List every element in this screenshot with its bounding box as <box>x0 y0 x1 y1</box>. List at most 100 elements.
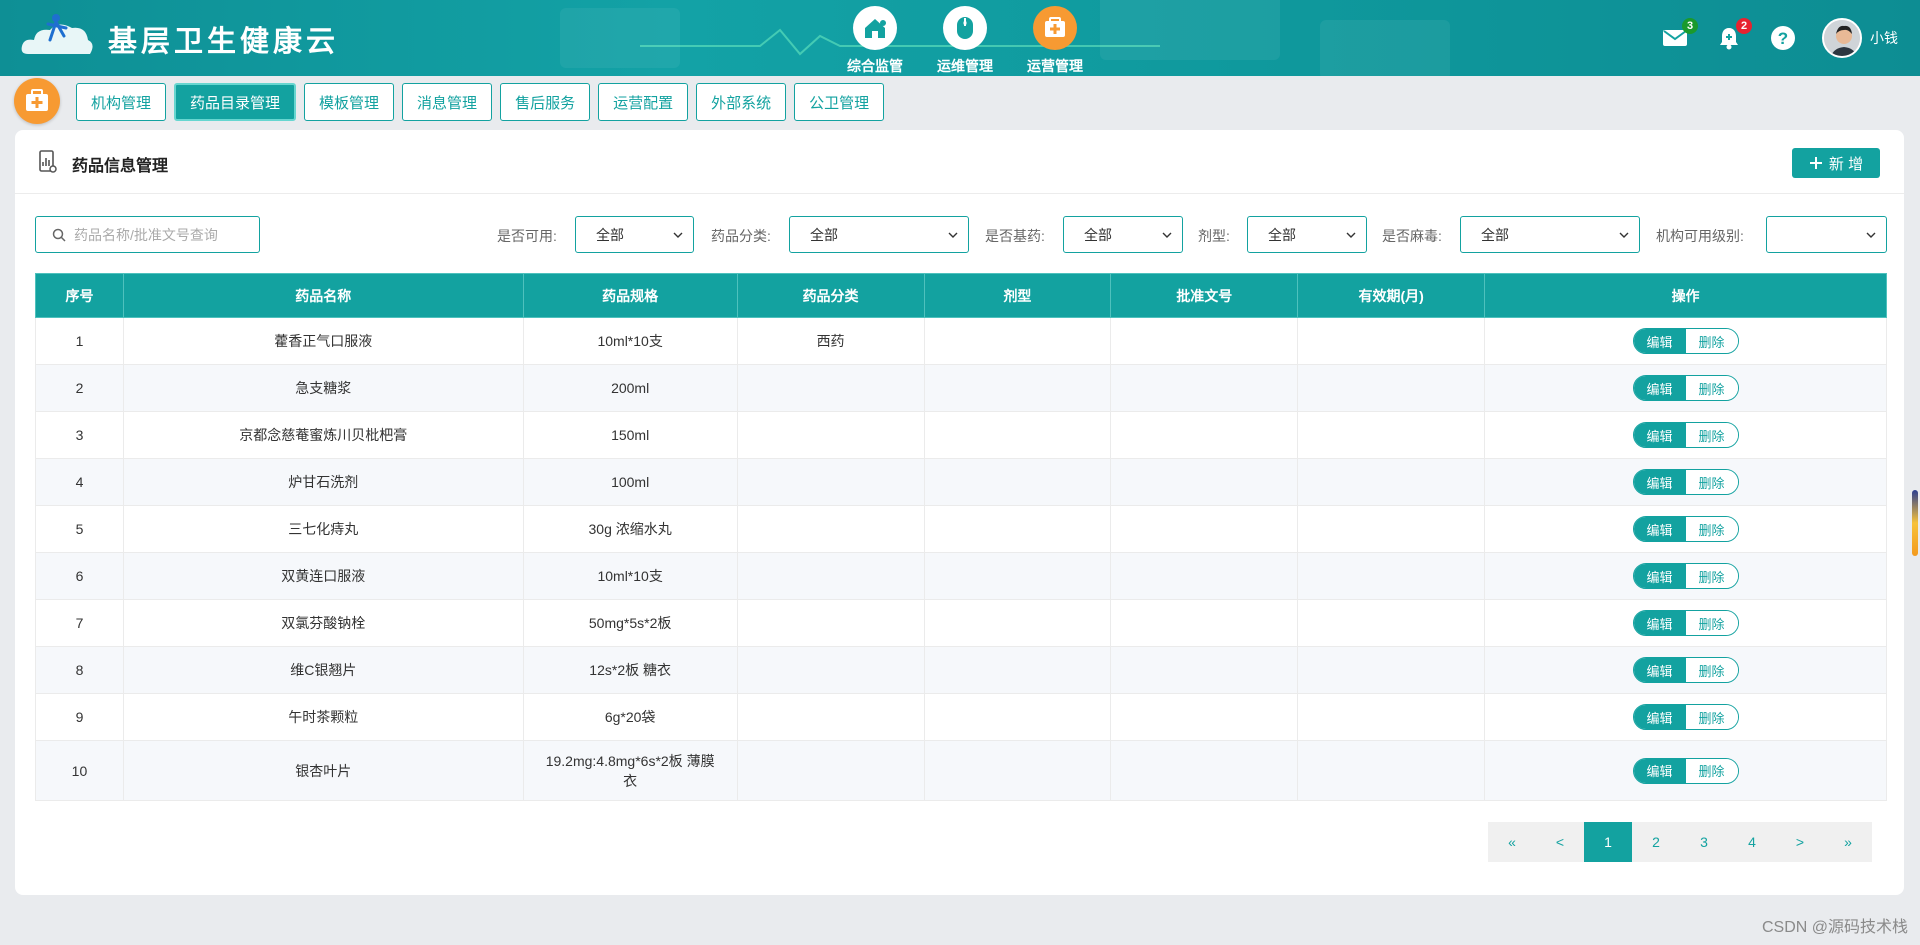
notification-button[interactable]: 2 <box>1714 18 1752 53</box>
available-select[interactable]: 全部 <box>575 216 694 253</box>
avatar[interactable] <box>1822 18 1862 58</box>
top-nav-item-monitoring[interactable]: 综合监管 <box>836 6 914 76</box>
approval-number <box>1110 599 1299 647</box>
table-header-row: 序号 药品名称 药品规格 药品分类 剂型 批准文号 有效期(月) 操作 <box>35 273 1887 318</box>
level-select[interactable] <box>1766 216 1887 253</box>
category-select[interactable]: 全部 <box>789 216 969 253</box>
row-actions: 编辑 删除 <box>1484 364 1887 412</box>
column-header: 药品名称 <box>122 273 524 318</box>
search-input[interactable] <box>74 226 254 243</box>
row-number: 4 <box>35 458 124 506</box>
validity-months <box>1297 552 1486 600</box>
prev-page-button[interactable]: < <box>1536 822 1584 862</box>
delete-button[interactable]: 删除 <box>1685 564 1738 588</box>
top-nav-label: 运营管理 <box>1027 58 1083 74</box>
tab-operation-config[interactable]: 运营配置 <box>598 83 689 121</box>
help-button[interactable]: ? <box>1768 23 1798 53</box>
dosage-form <box>923 693 1112 741</box>
edit-button[interactable]: 编辑 <box>1633 470 1686 494</box>
delete-button[interactable]: 删除 <box>1685 376 1738 400</box>
username[interactable]: 小钱 <box>1870 28 1898 48</box>
row-number: 8 <box>35 646 124 694</box>
page-button[interactable]: 1 <box>1584 822 1632 862</box>
page-button[interactable]: 4 <box>1728 822 1776 862</box>
narcotic-label: 是否麻毒: <box>1382 228 1442 244</box>
edit-button[interactable]: 编辑 <box>1633 517 1686 541</box>
approval-number <box>1110 505 1299 553</box>
add-button[interactable]: 新 增 <box>1792 148 1880 178</box>
delete-button[interactable]: 删除 <box>1685 611 1738 635</box>
mail-button[interactable]: 3 <box>1660 18 1698 53</box>
column-header: 剂型 <box>923 273 1112 318</box>
last-page-button[interactable]: » <box>1824 822 1872 862</box>
drug-spec: 50mg*5s*2板 <box>522 599 738 647</box>
dosage-form <box>923 505 1112 553</box>
edit-button[interactable]: 编辑 <box>1633 423 1686 447</box>
dosage-form <box>923 552 1112 600</box>
header-decoration <box>1320 20 1450 76</box>
row-number: 10 <box>35 740 124 801</box>
drug-spec: 10ml*10支 <box>522 317 738 365</box>
drug-name: 双黄连口服液 <box>122 552 524 600</box>
edit-button[interactable]: 编辑 <box>1633 329 1686 353</box>
delete-button[interactable]: 删除 <box>1685 517 1738 541</box>
tab-drug-catalog[interactable]: 药品目录管理 <box>174 83 297 121</box>
first-page-button[interactable]: « <box>1488 822 1536 862</box>
scrollbar[interactable] <box>1912 490 1918 556</box>
narcotic-value: 全部 <box>1481 226 1509 243</box>
essential-select[interactable]: 全部 <box>1063 216 1183 253</box>
tab-message[interactable]: 消息管理 <box>402 83 493 121</box>
delete-button[interactable]: 删除 <box>1685 758 1738 783</box>
drug-category <box>736 646 925 694</box>
narcotic-select[interactable]: 全部 <box>1460 216 1640 253</box>
table-row: 6 双黄连口服液 10ml*10支 编辑 删除 <box>35 552 1887 600</box>
row-actions: 编辑 删除 <box>1484 599 1887 647</box>
edit-button[interactable]: 编辑 <box>1633 611 1686 635</box>
edit-button[interactable]: 编辑 <box>1633 758 1686 783</box>
top-nav-item-maintenance[interactable]: 运维管理 <box>926 6 1004 76</box>
form-label: 剂型: <box>1198 228 1230 244</box>
drug-category <box>736 458 925 506</box>
delete-button[interactable]: 删除 <box>1685 658 1738 682</box>
delete-button[interactable]: 删除 <box>1685 329 1738 353</box>
mouse-icon <box>943 6 987 50</box>
action-group: 编辑 删除 <box>1632 657 1739 683</box>
edit-button[interactable]: 编辑 <box>1633 658 1686 682</box>
approval-number <box>1110 693 1299 741</box>
top-nav-item-operations[interactable]: 运营管理 <box>1016 6 1094 76</box>
category-value: 全部 <box>810 226 838 243</box>
validity-months <box>1297 740 1486 801</box>
drug-category <box>736 740 925 801</box>
dosage-form <box>923 599 1112 647</box>
tab-external-system[interactable]: 外部系统 <box>696 83 787 121</box>
column-header: 有效期(月) <box>1297 273 1486 318</box>
essential-label: 是否基药: <box>985 228 1045 244</box>
next-page-button[interactable]: > <box>1776 822 1824 862</box>
drug-spec: 6g*20袋 <box>522 693 738 741</box>
edit-button[interactable]: 编辑 <box>1633 564 1686 588</box>
delete-button[interactable]: 删除 <box>1685 705 1738 729</box>
tab-after-sales[interactable]: 售后服务 <box>500 83 591 121</box>
row-number: 2 <box>35 364 124 412</box>
pagination: « < 1 2 3 4 > » <box>1488 822 1872 862</box>
approval-number <box>1110 646 1299 694</box>
search-box[interactable] <box>35 216 260 253</box>
row-actions: 编辑 删除 <box>1484 646 1887 694</box>
tab-template[interactable]: 模板管理 <box>304 83 395 121</box>
tab-public-health[interactable]: 公卫管理 <box>794 83 885 121</box>
page-button[interactable]: 3 <box>1680 822 1728 862</box>
approval-number <box>1110 411 1299 459</box>
row-actions: 编辑 删除 <box>1484 693 1887 741</box>
chevron-down-icon <box>948 232 958 238</box>
form-select[interactable]: 全部 <box>1247 216 1367 253</box>
row-number: 1 <box>35 317 124 365</box>
tab-institution[interactable]: 机构管理 <box>76 83 167 121</box>
approval-number <box>1110 740 1299 801</box>
delete-button[interactable]: 删除 <box>1685 470 1738 494</box>
row-actions: 编辑 删除 <box>1484 458 1887 506</box>
validity-months <box>1297 646 1486 694</box>
edit-button[interactable]: 编辑 <box>1633 705 1686 729</box>
edit-button[interactable]: 编辑 <box>1633 376 1686 400</box>
delete-button[interactable]: 删除 <box>1685 423 1738 447</box>
page-button[interactable]: 2 <box>1632 822 1680 862</box>
